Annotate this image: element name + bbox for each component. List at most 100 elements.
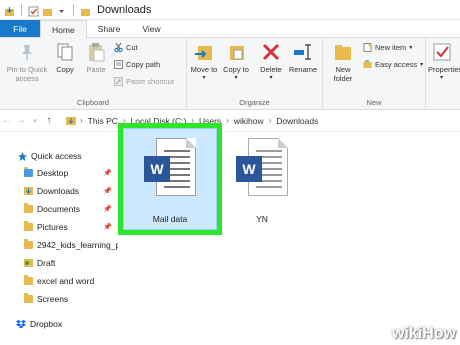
rename-label: Rename — [288, 65, 318, 74]
cut-button[interactable]: Cut — [114, 42, 138, 53]
folder-down-icon[interactable] — [4, 4, 15, 16]
breadcrumb-downloads[interactable]: Downloads — [276, 116, 318, 126]
sidebar-item-desktop[interactable]: Desktop 📌 — [24, 166, 118, 180]
sidebar-item-label: Draft — [37, 258, 56, 268]
properties-check-icon[interactable] — [28, 4, 39, 17]
paste-button[interactable]: Paste — [82, 42, 110, 74]
pin-icon[interactable]: 📌 — [103, 205, 112, 213]
new-item-icon — [363, 43, 372, 52]
pin-icon — [17, 42, 37, 62]
chevron-right-icon[interactable]: › — [269, 116, 272, 125]
chevron-right-icon[interactable]: › — [226, 116, 229, 125]
watermark-logo: wikiHow — [392, 325, 456, 343]
watermark-wiki: wiki — [391, 325, 423, 342]
paste-shortcut-button[interactable]: Paste shortcut — [114, 77, 174, 86]
download-folder-icon — [24, 187, 33, 195]
copy-path-button[interactable]: Copy path — [114, 60, 160, 69]
downloads-folder-icon — [66, 116, 76, 125]
tab-home[interactable]: Home — [40, 20, 87, 39]
file-item-mail-data[interactable]: W Mail data — [130, 138, 210, 224]
pin-icon[interactable]: 📌 — [103, 187, 112, 195]
sidebar-item-excel-and-word[interactable]: excel and word — [24, 274, 118, 288]
new-group-label: New — [366, 98, 382, 107]
sidebar-item-screens[interactable]: Screens — [24, 292, 118, 306]
move-to-label: Move to — [190, 65, 218, 74]
clipboard-icon — [86, 42, 106, 62]
properties-button[interactable]: Properties ▾ — [428, 42, 460, 83]
properties-check-icon — [432, 42, 452, 62]
pin-label: Pin to Quick access — [6, 65, 48, 83]
rename-button[interactable]: Rename — [287, 42, 319, 74]
copy-button[interactable]: Copy — [52, 42, 78, 74]
breadcrumb-wikihow[interactable]: wikihow — [234, 116, 264, 126]
copy-path-label: Copy path — [126, 60, 161, 69]
sidebar-item-draft[interactable]: Draft — [24, 256, 118, 270]
copy-label: Copy — [56, 65, 74, 74]
chevron-right-icon[interactable]: › — [80, 116, 83, 125]
pin-icon[interactable]: 📌 — [103, 223, 112, 231]
green-folder-icon — [24, 259, 33, 267]
clipboard-group: Pin to Quick access Copy Paste Cut Copy … — [0, 38, 187, 110]
recent-dropdown-icon[interactable]: ▾ — [28, 117, 42, 125]
ribbon-tabs: File Home Share View — [0, 20, 460, 39]
folder-icon — [80, 4, 91, 16]
sidebar-item-label: excel and word — [37, 276, 95, 286]
new-folder-icon[interactable] — [42, 4, 53, 16]
new-group: New folder New item ▾ Easy access ▾ New — [323, 38, 426, 110]
breadcrumb-this-pc[interactable]: This PC — [88, 116, 118, 126]
copy-to-button[interactable]: Copy to ▾ — [221, 42, 251, 83]
sidebar-item-documents[interactable]: Documents 📌 — [24, 202, 118, 216]
sidebar-item-label: Dropbox — [30, 319, 63, 329]
word-document-icon: W — [144, 138, 196, 202]
folder-icon — [24, 293, 33, 303]
delete-label: Delete — [260, 65, 282, 74]
up-arrow-icon[interactable]: ↑ — [42, 115, 56, 126]
file-list: W Mail data W YN — [118, 123, 460, 345]
rename-icon — [293, 42, 313, 62]
tab-file[interactable]: File — [0, 20, 40, 37]
pin-to-quick-access-button[interactable]: Pin to Quick access — [2, 42, 52, 83]
sidebar-item-label: Desktop — [37, 168, 69, 178]
copy-icon — [55, 42, 75, 62]
word-document-icon: W — [236, 138, 288, 202]
customize-dropdown-icon[interactable] — [56, 4, 67, 15]
scissors-icon — [114, 42, 123, 53]
copy-folder-icon — [226, 42, 246, 62]
easy-access-button[interactable]: Easy access ▾ — [363, 60, 423, 69]
shortcut-icon — [114, 77, 123, 86]
sidebar-item-kids-learning[interactable]: 2942_kids_learning_p — [24, 238, 118, 252]
new-item-button[interactable]: New item ▾ — [363, 43, 412, 52]
copy-to-label: Copy to — [223, 65, 249, 74]
title-bar: Downloads — [0, 0, 460, 20]
forward-arrow-icon[interactable]: → — [14, 115, 28, 126]
move-to-button[interactable]: Move to ▾ — [189, 42, 219, 83]
tab-share[interactable]: Share — [87, 20, 132, 37]
star-icon — [18, 152, 27, 161]
quick-access-toolbar — [0, 3, 91, 17]
delete-button[interactable]: Delete ▾ — [257, 42, 285, 83]
sidebar-item-dropbox[interactable]: Dropbox — [16, 317, 134, 331]
easy-access-label: Easy access — [375, 60, 418, 69]
file-name: YN — [256, 214, 268, 224]
sidebar-item-label: 2942_kids_learning_p — [37, 240, 118, 250]
window-title: Downloads — [97, 3, 152, 16]
file-item-yn[interactable]: W YN — [222, 138, 302, 224]
sidebar-item-label: Screens — [37, 294, 69, 304]
copy-path-icon — [114, 60, 123, 69]
sidebar-item-pictures[interactable]: Pictures 📌 — [24, 220, 118, 234]
tab-view[interactable]: View — [131, 20, 171, 37]
open-group: Properties ▾ — [426, 38, 460, 110]
sidebar-item-label: Quick access — [31, 151, 82, 161]
back-arrow-icon[interactable]: ← — [0, 115, 14, 126]
properties-label: Properties — [428, 65, 460, 74]
new-folder-button[interactable]: New folder — [327, 42, 359, 83]
new-folder-icon — [333, 42, 353, 62]
ribbon: Pin to Quick access Copy Paste Cut Copy … — [0, 38, 460, 110]
pin-icon[interactable]: 📌 — [103, 169, 112, 177]
sidebar-item-label: Downloads — [37, 186, 80, 196]
documents-folder-icon — [24, 203, 33, 213]
desktop-folder-icon — [24, 167, 33, 177]
sidebar-item-label: Documents — [37, 204, 80, 214]
address-bar-row: ← → ▾ ↑ › This PC › Local Disk (C:) › Us… — [0, 110, 460, 132]
sidebar-item-downloads[interactable]: Downloads 📌 — [24, 184, 118, 198]
